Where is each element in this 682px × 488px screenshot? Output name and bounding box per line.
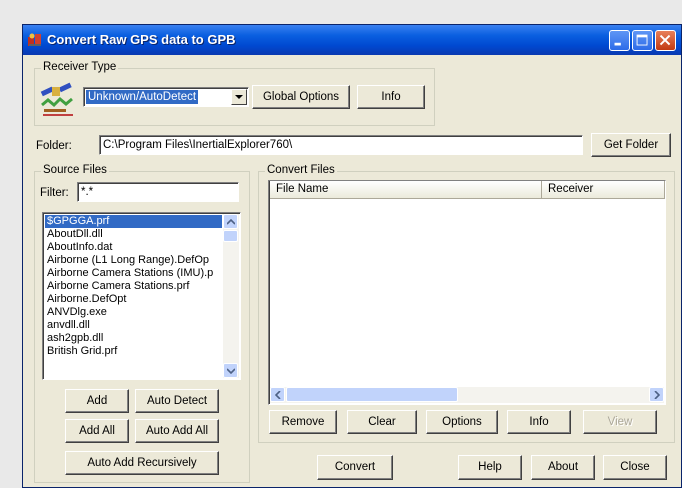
close-icon [659,34,671,46]
source-file-item[interactable]: Airborne (L1 Long Range).DefOp [45,254,222,267]
minimize-icon [614,42,621,46]
source-files-label: Source Files [41,164,109,176]
convert-list-hscrollbar[interactable] [270,387,664,403]
receiver-info-button[interactable]: Info [357,85,425,109]
source-files-items: $GPGGA.prf AboutDll.dll AboutInfo.dat Airbo… [45,215,222,358]
column-header-receiver-label: Receiver [548,183,594,195]
column-header-receiver[interactable]: Receiver [542,181,665,199]
global-options-button[interactable]: Global Options [252,85,350,109]
folder-label: Folder: [36,140,72,152]
convert-files-list[interactable]: File Name Receiver [268,180,666,405]
convert-list-scroll-thumb[interactable] [286,387,458,402]
get-folder-button[interactable]: Get Folder [591,133,671,157]
remove-button[interactable]: Remove [269,410,337,434]
filter-label: Filter: [40,187,69,199]
filter-input[interactable]: *.* [77,182,239,202]
minimize-button[interactable] [609,30,630,51]
maximize-icon [636,34,648,46]
chevron-left-icon [275,391,281,399]
help-button[interactable]: Help [458,455,522,480]
folder-path-field[interactable]: C:\Program Files\InertialExplorer760\ [99,135,583,155]
options-button[interactable]: Options [426,410,498,434]
scroll-left-button[interactable] [270,387,285,402]
window-title: Convert Raw GPS data to GPB [47,32,236,47]
clear-button[interactable]: Clear [347,410,417,434]
chevron-down-icon [235,95,243,99]
source-file-item[interactable]: Airborne.DefOpt [45,293,222,306]
convert-info-button[interactable]: Info [507,410,571,434]
chevron-right-icon [654,391,660,399]
source-file-item[interactable]: British Grid.prf [45,345,222,358]
auto-add-all-button[interactable]: Auto Add All [135,419,219,443]
column-header-file-name-label: File Name [276,183,329,195]
scroll-down-button[interactable] [223,363,238,378]
source-file-item[interactable]: anvdll.dll [45,319,222,332]
view-button[interactable]: View [583,410,657,434]
filter-value: *.* [81,186,94,198]
source-file-item[interactable]: ANVDlg.exe [45,306,222,319]
column-header-file-name[interactable]: File Name [270,181,542,199]
about-button[interactable]: About [531,455,595,480]
source-file-item[interactable]: Airborne Camera Stations.prf [45,280,222,293]
chevron-up-icon [227,219,235,225]
scroll-up-button[interactable] [223,214,238,229]
convert-gps-window: Convert Raw GPS data to GPB Receiver Typ… [22,24,682,488]
source-file-item[interactable]: $GPGGA.prf [45,215,222,228]
title-bar[interactable]: Convert Raw GPS data to GPB [23,25,681,55]
satellite-icon [40,82,73,116]
convert-files-label: Convert Files [265,164,337,176]
add-all-button[interactable]: Add All [65,419,129,443]
source-file-item[interactable]: ash2gpb.dll [45,332,222,345]
receiver-type-dropdown-button[interactable] [231,89,247,105]
source-file-item[interactable]: Airborne Camera Stations (IMU).p [45,267,222,280]
add-button[interactable]: Add [65,389,129,413]
source-file-item[interactable]: AboutDll.dll [45,228,222,241]
chevron-down-icon [227,368,235,374]
maximize-button[interactable] [632,30,653,51]
receiver-type-label: Receiver Type [41,61,119,73]
close-button[interactable]: Close [603,455,667,480]
convert-button[interactable]: Convert [317,455,393,480]
source-file-item[interactable]: AboutInfo.dat [45,241,222,254]
app-icon [28,33,41,46]
source-files-list[interactable]: $GPGGA.prf AboutDll.dll AboutInfo.dat Airbo… [42,212,241,380]
receiver-type-selected-value: Unknown/AutoDetect [86,90,199,104]
auto-add-recursively-button[interactable]: Auto Add Recursively [65,451,219,475]
source-list-scrollbar[interactable] [223,214,239,378]
folder-path-value: C:\Program Files\InertialExplorer760\ [103,139,293,151]
receiver-type-select[interactable]: Unknown/AutoDetect [83,87,249,107]
close-window-button[interactable] [655,30,676,51]
auto-detect-button[interactable]: Auto Detect [135,389,219,413]
scroll-right-button[interactable] [649,387,664,402]
source-list-scroll-thumb[interactable] [223,230,238,242]
